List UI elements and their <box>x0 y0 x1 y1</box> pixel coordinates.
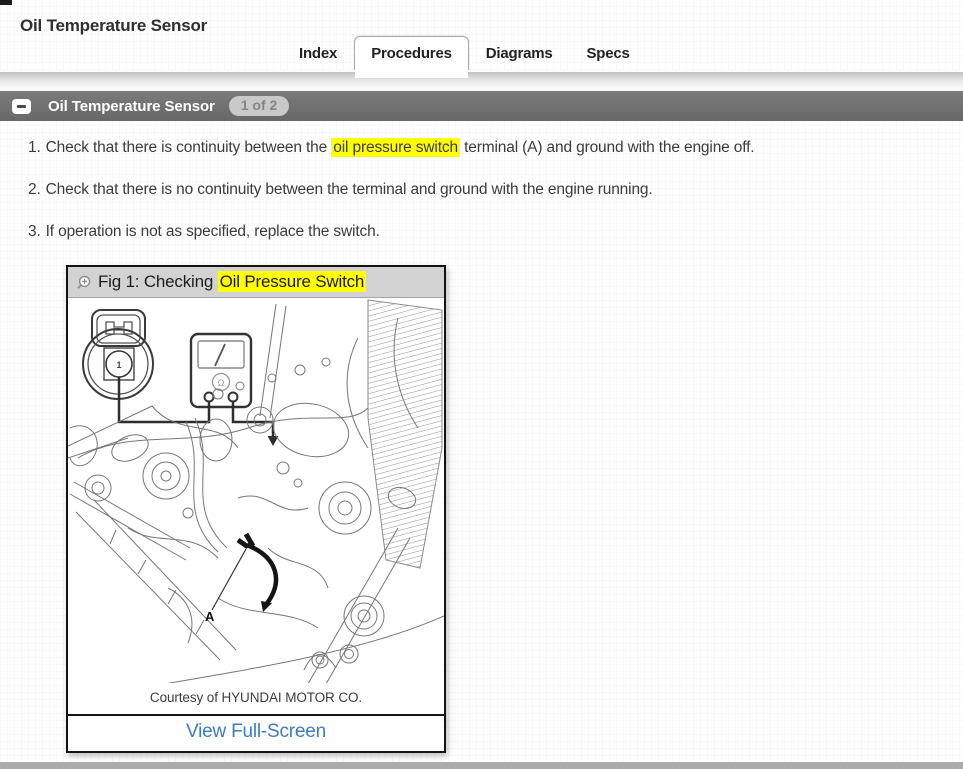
step-text: If operation is not as specified, replac… <box>45 223 380 240</box>
procedure-step-2: 2. Check that there is no continuity betw… <box>28 181 963 199</box>
tab-specs[interactable]: Specs <box>570 38 647 70</box>
diagram-label-A: A <box>205 609 215 624</box>
label-leader-line <box>211 548 247 611</box>
cable-arrowhead <box>261 601 272 612</box>
figure-footer: View Full-Screen <box>68 714 444 751</box>
view-fullscreen-link[interactable]: View Full-Screen <box>186 721 326 742</box>
procedure-step-1: 1. Check that there is continuity between… <box>28 138 963 157</box>
highlighted-term: oil pressure switch <box>331 138 460 157</box>
switch-cable <box>236 532 279 608</box>
step-number: 2. <box>28 181 41 198</box>
figure-header: Fig 1: Checking Oil Pressure Switch <box>68 267 444 298</box>
tab-bar: Index Procedures Diagrams Specs <box>282 36 647 78</box>
section-title: Oil Temperature Sensor <box>48 97 215 115</box>
step-text: Check that there is continuity between t… <box>45 139 332 156</box>
step-text: terminal (A) and ground with the engine … <box>459 139 755 156</box>
minus-glyph <box>17 104 26 108</box>
figure-caption: Courtesy of HYUNDAI MOTOR CO. <box>149 690 363 705</box>
engine-line-art: 1 Ω A <box>68 299 444 683</box>
zoom-in-icon[interactable] <box>76 275 91 290</box>
figure-title: Fig 1: Checking Oil Pressure Switch <box>98 271 367 292</box>
figure-image-area[interactable]: 1 Ω A <box>68 298 444 683</box>
multimeter-icon: Ω <box>189 332 253 409</box>
tab-procedures[interactable]: Procedures <box>354 36 469 78</box>
figure-title-text: Fig 1: Checking <box>98 272 218 291</box>
radiator-hatch <box>367 299 443 569</box>
figure-panel: Fig 1: Checking Oil Pressure Switch 1 Ω … <box>66 265 446 753</box>
procedure-steps: 1. Check that there is continuity between… <box>28 138 963 241</box>
figure-title-highlight: Oil Pressure Switch <box>217 271 367 292</box>
tab-shadow-band <box>0 70 963 91</box>
step-number: 3. <box>28 223 41 240</box>
collapse-minus-icon[interactable] <box>12 98 31 114</box>
step-number: 1. <box>28 139 41 156</box>
page-title: Oil Temperature Sensor <box>20 16 208 35</box>
step-text: Check that there is no continuity betwee… <box>45 181 653 198</box>
procedure-step-3: 3. If operation is not as specified, repl… <box>28 223 963 241</box>
tab-index[interactable]: Index <box>282 38 354 70</box>
horizontal-scrollbar[interactable] <box>0 762 963 769</box>
tab-diagrams[interactable]: Diagrams <box>469 38 570 70</box>
connector-pin-label: 1 <box>116 360 121 370</box>
ohm-symbol: Ω <box>218 378 225 388</box>
page-count-badge: 1 of 2 <box>228 96 290 116</box>
top-header: Oil Temperature Sensor Index Procedures … <box>0 0 963 78</box>
section-header-bar: Oil Temperature Sensor 1 of 2 <box>0 91 963 121</box>
